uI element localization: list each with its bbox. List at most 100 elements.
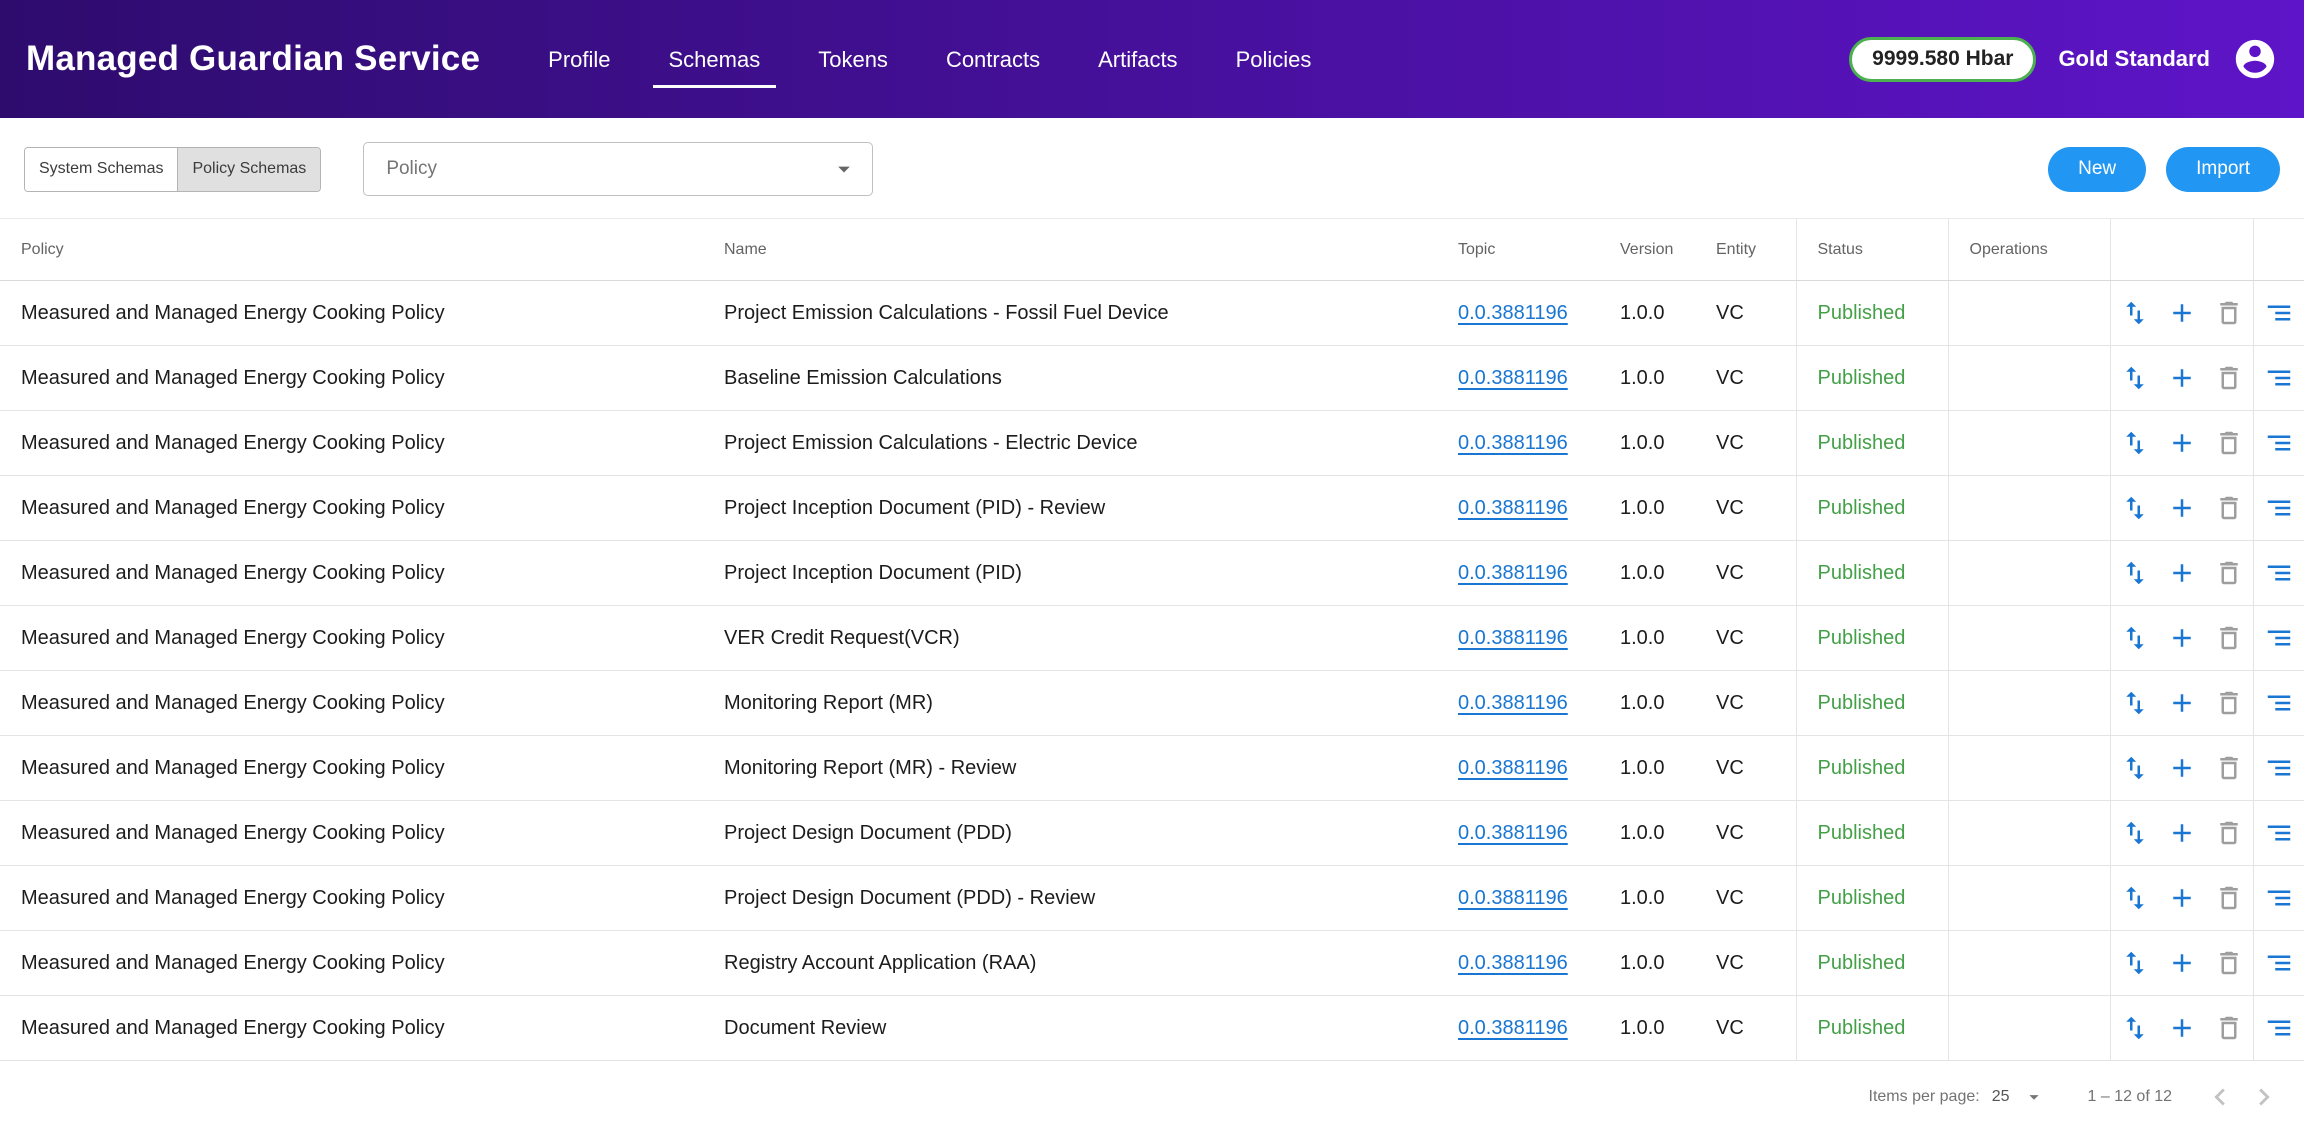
trash-icon[interactable] — [2214, 298, 2244, 328]
nav-tab-policies[interactable]: Policies — [1220, 31, 1328, 88]
tree-list-icon[interactable] — [2264, 428, 2294, 458]
nav-tab-profile[interactable]: Profile — [532, 31, 626, 88]
add-icon[interactable] — [2167, 1013, 2197, 1043]
import-export-icon[interactable] — [2120, 623, 2150, 653]
topic-link[interactable]: 0.0.3881196 — [1458, 562, 1568, 584]
paginator: Items per page: 25 1 – 12 of 12 — [0, 1061, 2304, 1133]
row-version: 1.0.0 — [1599, 606, 1695, 671]
trash-icon[interactable] — [2214, 363, 2244, 393]
add-icon[interactable] — [2167, 818, 2197, 848]
row-policy: Measured and Managed Energy Cooking Poli… — [0, 476, 703, 541]
add-icon[interactable] — [2167, 688, 2197, 718]
app-header: Managed Guardian Service ProfileSchemasT… — [0, 0, 2304, 118]
topic-link[interactable]: 0.0.3881196 — [1458, 757, 1568, 779]
trash-icon[interactable] — [2214, 688, 2244, 718]
previous-page-button[interactable] — [2198, 1075, 2242, 1119]
trash-icon[interactable] — [2214, 1013, 2244, 1043]
column-header-topic: Topic — [1437, 219, 1599, 281]
topic-link[interactable]: 0.0.3881196 — [1458, 887, 1568, 909]
row-actions-cell — [2110, 801, 2253, 866]
topic-link[interactable]: 0.0.3881196 — [1458, 432, 1568, 454]
row-status: Published — [1796, 866, 1948, 931]
import-export-icon[interactable] — [2120, 948, 2150, 978]
import-export-icon[interactable] — [2120, 883, 2150, 913]
trash-icon[interactable] — [2214, 818, 2244, 848]
topic-link[interactable]: 0.0.3881196 — [1458, 367, 1568, 389]
import-button[interactable]: Import — [2166, 147, 2280, 192]
topic-link[interactable]: 0.0.3881196 — [1458, 1017, 1568, 1039]
policy-filter-select[interactable]: Policy — [363, 142, 873, 196]
trash-icon[interactable] — [2214, 948, 2244, 978]
row-version: 1.0.0 — [1599, 346, 1695, 411]
topic-link[interactable]: 0.0.3881196 — [1458, 952, 1568, 974]
row-name: Monitoring Report (MR) — [703, 671, 1437, 736]
add-icon[interactable] — [2167, 883, 2197, 913]
import-export-icon[interactable] — [2120, 298, 2150, 328]
add-icon[interactable] — [2167, 623, 2197, 653]
row-entity: VC — [1695, 346, 1796, 411]
topic-link[interactable]: 0.0.3881196 — [1458, 627, 1568, 649]
trash-icon[interactable] — [2214, 753, 2244, 783]
trash-icon[interactable] — [2214, 883, 2244, 913]
column-header-menu — [2253, 219, 2304, 281]
row-entity: VC — [1695, 736, 1796, 801]
import-export-icon[interactable] — [2120, 558, 2150, 588]
tree-list-icon[interactable] — [2264, 948, 2294, 978]
add-icon[interactable] — [2167, 753, 2197, 783]
import-export-icon[interactable] — [2120, 818, 2150, 848]
row-topic-cell: 0.0.3881196 — [1437, 931, 1599, 996]
next-page-button[interactable] — [2242, 1075, 2286, 1119]
nav-tab-tokens[interactable]: Tokens — [802, 31, 904, 88]
add-icon[interactable] — [2167, 363, 2197, 393]
topic-link[interactable]: 0.0.3881196 — [1458, 822, 1568, 844]
topic-link[interactable]: 0.0.3881196 — [1458, 497, 1568, 519]
tree-list-icon[interactable] — [2264, 753, 2294, 783]
import-export-icon[interactable] — [2120, 753, 2150, 783]
row-policy: Measured and Managed Energy Cooking Poli… — [0, 346, 703, 411]
toggle-policy-schemas[interactable]: Policy Schemas — [177, 148, 320, 191]
avatar[interactable] — [2232, 36, 2278, 82]
import-export-icon[interactable] — [2120, 428, 2150, 458]
tree-list-icon[interactable] — [2264, 558, 2294, 588]
tree-list-icon[interactable] — [2264, 818, 2294, 848]
tree-list-icon[interactable] — [2264, 688, 2294, 718]
trash-icon[interactable] — [2214, 558, 2244, 588]
import-export-icon[interactable] — [2120, 1013, 2150, 1043]
import-export-icon[interactable] — [2120, 493, 2150, 523]
tree-list-icon[interactable] — [2264, 623, 2294, 653]
trash-icon[interactable] — [2214, 493, 2244, 523]
add-icon[interactable] — [2167, 558, 2197, 588]
add-icon[interactable] — [2167, 493, 2197, 523]
row-operations — [1948, 801, 2110, 866]
nav-tab-artifacts[interactable]: Artifacts — [1082, 31, 1193, 88]
tree-list-icon[interactable] — [2264, 493, 2294, 523]
tree-list-icon[interactable] — [2264, 298, 2294, 328]
trash-icon[interactable] — [2214, 623, 2244, 653]
tree-list-icon[interactable] — [2264, 883, 2294, 913]
add-icon[interactable] — [2167, 428, 2197, 458]
add-icon[interactable] — [2167, 948, 2197, 978]
items-per-page-select[interactable]: 25 — [1992, 1086, 2046, 1108]
topic-link[interactable]: 0.0.3881196 — [1458, 692, 1568, 714]
row-menu-cell — [2253, 866, 2304, 931]
row-topic-cell: 0.0.3881196 — [1437, 736, 1599, 801]
row-topic-cell: 0.0.3881196 — [1437, 671, 1599, 736]
nav-tab-schemas[interactable]: Schemas — [653, 31, 777, 88]
row-entity: VC — [1695, 281, 1796, 346]
nav-tab-contracts[interactable]: Contracts — [930, 31, 1056, 88]
tree-list-icon[interactable] — [2264, 363, 2294, 393]
header-right: 9999.580 Hbar Gold Standard — [1849, 36, 2278, 82]
import-export-icon[interactable] — [2120, 363, 2150, 393]
row-version: 1.0.0 — [1599, 671, 1695, 736]
add-icon[interactable] — [2167, 298, 2197, 328]
new-button[interactable]: New — [2048, 147, 2146, 192]
row-operations — [1948, 736, 2110, 801]
topic-link[interactable]: 0.0.3881196 — [1458, 302, 1568, 324]
toggle-system-schemas[interactable]: System Schemas — [25, 148, 177, 191]
row-menu-cell — [2253, 606, 2304, 671]
import-export-icon[interactable] — [2120, 688, 2150, 718]
row-topic-cell: 0.0.3881196 — [1437, 606, 1599, 671]
trash-icon[interactable] — [2214, 428, 2244, 458]
row-actions-cell — [2110, 346, 2253, 411]
tree-list-icon[interactable] — [2264, 1013, 2294, 1043]
